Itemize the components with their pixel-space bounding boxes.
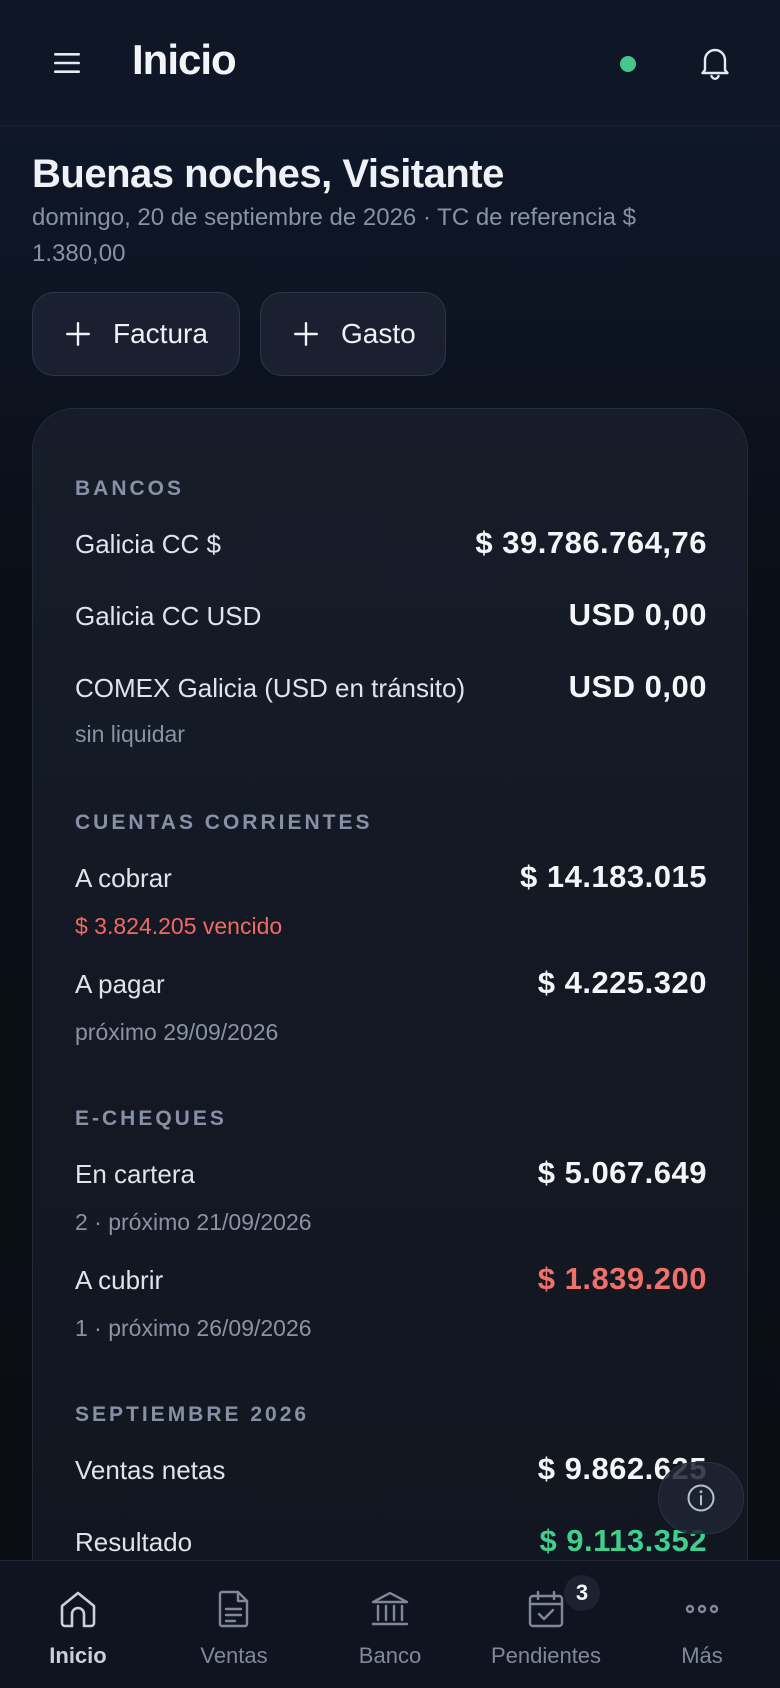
- nav-label: Banco: [358, 1643, 422, 1668]
- nav-item-banco[interactable]: Banco: [312, 1561, 468, 1688]
- nav-item-ventas[interactable]: Ventas: [156, 1561, 312, 1688]
- greeting-title: Buenas noches, Visitante: [32, 152, 504, 196]
- info-icon: [687, 1484, 715, 1512]
- top-bar: Inicio: [0, 0, 780, 126]
- row-sublabel: 1 · próximo 26/09/2026: [75, 1315, 312, 1341]
- new-expense-button[interactable]: Gasto: [260, 292, 446, 376]
- row-sublabel-overdue: $ 3.824.205 vencido: [75, 913, 283, 939]
- nav-label: Pendientes: [490, 1643, 602, 1668]
- row-sublabel: próximo 29/09/2026: [75, 1019, 279, 1045]
- plus-icon: [294, 322, 318, 346]
- row-value: USD 0,00: [568, 597, 707, 632]
- section-heading-month: SEPTIEMBRE 2026: [75, 1403, 310, 1426]
- row-value: $ 39.786.764,76: [475, 525, 707, 560]
- row-label: Galicia CC USD: [75, 601, 262, 631]
- summary-card: BANCOS Galicia CC $ $ 39.786.764,76 Gali…: [32, 408, 748, 1688]
- row-value: USD 0,00: [568, 669, 707, 704]
- row-label: A cubrir: [75, 1265, 164, 1295]
- row-label: En cartera: [75, 1159, 195, 1189]
- row-label: COMEX Galicia (USD en tránsito): [75, 673, 466, 703]
- connection-status-dot: [620, 56, 636, 72]
- section-heading-bancos: BANCOS: [75, 477, 185, 500]
- document-icon: [218, 1590, 249, 1628]
- row-label: Resultado: [75, 1527, 193, 1557]
- more-icon: [685, 1604, 719, 1614]
- greeting-subtitle: domingo, 20 de septiembre de 2026 · TC d…: [32, 204, 636, 267]
- home-icon: [60, 1591, 96, 1628]
- row-label: Galicia CC $: [75, 529, 221, 559]
- new-expense-label: Gasto: [341, 318, 416, 349]
- page-title: Inicio: [132, 36, 237, 83]
- bottom-navigation: Inicio Ventas Banco 3 Pendientes Más: [0, 1560, 780, 1688]
- row-label: A pagar: [75, 969, 165, 999]
- section-heading-echeques: E-CHEQUES: [75, 1107, 227, 1130]
- nav-item-pendientes[interactable]: 3 Pendientes: [468, 1561, 624, 1688]
- row-label: A cobrar: [75, 863, 172, 893]
- section-heading-cuentas: CUENTAS CORRIENTES: [75, 811, 373, 834]
- menu-button[interactable]: [42, 38, 92, 88]
- nav-item-mas[interactable]: Más: [624, 1561, 780, 1688]
- nav-label: Más: [681, 1643, 723, 1668]
- new-invoice-button[interactable]: Factura: [32, 292, 240, 376]
- row-sublabel: 2 · próximo 21/09/2026: [75, 1209, 312, 1235]
- notifications-button[interactable]: [690, 38, 740, 88]
- row-value: $ 14.183.015: [519, 859, 707, 894]
- plus-icon: [66, 322, 90, 346]
- calendar-check-icon: [528, 1590, 564, 1628]
- row-sublabel: sin liquidar: [75, 721, 185, 747]
- pending-count-badge: 3: [564, 1575, 600, 1611]
- row-value: $ 4.225.320: [537, 965, 707, 1000]
- nav-label: Inicio: [49, 1643, 107, 1668]
- info-button[interactable]: [658, 1462, 744, 1534]
- row-label: Ventas netas: [75, 1455, 226, 1485]
- nav-label: Ventas: [200, 1643, 268, 1668]
- new-invoice-label: Factura: [113, 318, 208, 349]
- row-value-negative: $ 1.839.200: [537, 1261, 707, 1296]
- row-value: $ 5.067.649: [537, 1155, 707, 1190]
- nav-item-inicio[interactable]: Inicio: [0, 1561, 156, 1688]
- hamburger-icon: [54, 53, 80, 73]
- bell-icon: [701, 48, 729, 80]
- bank-icon: [371, 1591, 409, 1626]
- app-screen: Inicio Buenas noches, Visitante domingo,…: [0, 0, 780, 1688]
